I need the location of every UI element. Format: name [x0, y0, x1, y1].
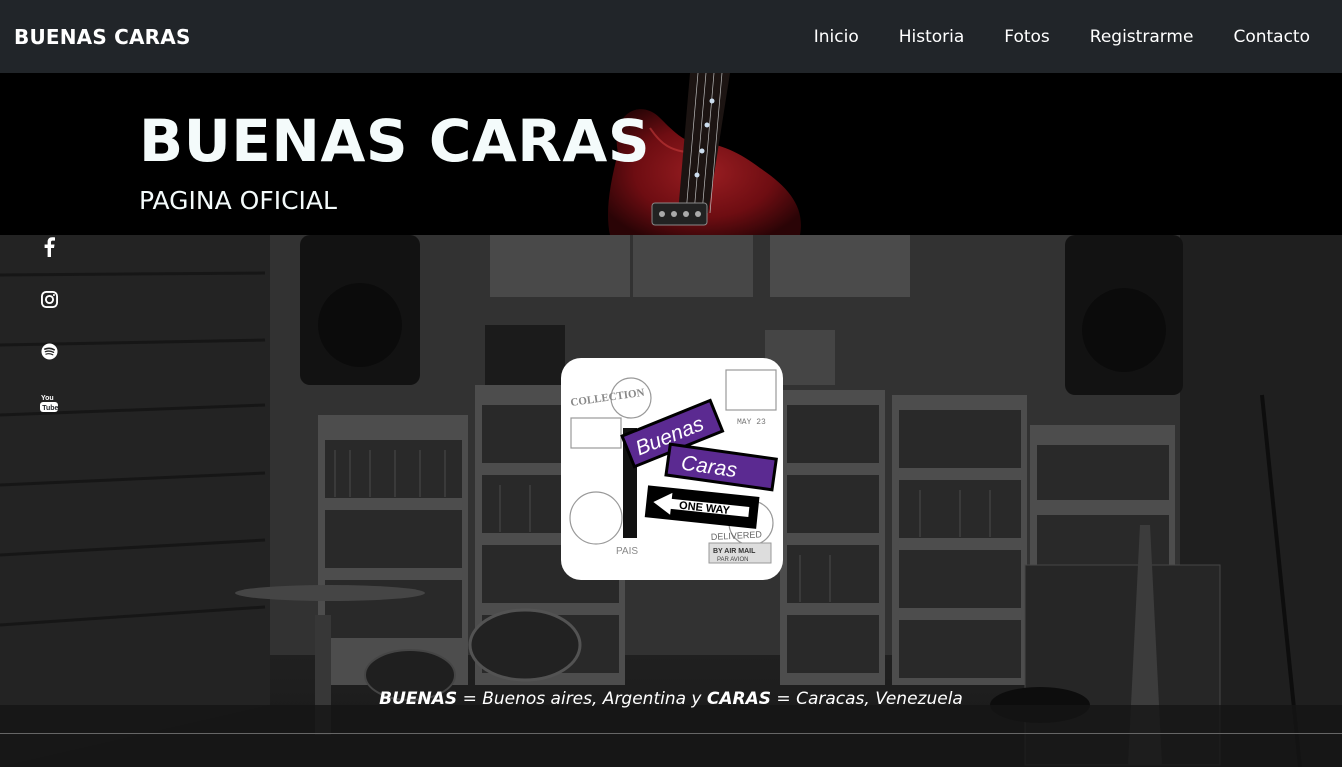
- logo-stamp-airmail: BY AIR MAIL: [713, 548, 756, 555]
- logo-stamp-may: MAY 23: [737, 418, 766, 427]
- logo-stamp-delivered: DELIVERED: [711, 529, 763, 542]
- tagline-word-buenas: BUENAS: [379, 689, 458, 709]
- logo-stamp-collection: COLLECTION: [570, 387, 646, 409]
- tagline-text-buenos-aires: = Buenos aires, Argentina y: [457, 689, 707, 709]
- tagline-text-caracas: = Caracas, Venezuela: [771, 689, 963, 709]
- band-logo: COLLECTION MAY 23 PAIS DELIVERED BY AIR …: [561, 358, 783, 580]
- tagline-word-caras: CARAS: [706, 689, 772, 709]
- svg-text:Tube: Tube: [42, 405, 58, 412]
- nav-link-fotos[interactable]: Fotos: [984, 27, 1070, 47]
- nav-link-historia[interactable]: Historia: [879, 27, 985, 47]
- spotify-icon[interactable]: [38, 340, 60, 362]
- navbar-brand[interactable]: BUENAS CARAS: [14, 25, 191, 49]
- logo-stamp-pais: PAIS: [616, 546, 638, 557]
- page-subtitle: PAGINA OFICIAL: [139, 186, 337, 215]
- tagline: BUENAS = Buenos aires, Argentina y CARAS…: [0, 689, 1342, 709]
- nav-link-inicio[interactable]: Inicio: [794, 27, 879, 47]
- nav-link-registrarme[interactable]: Registrarme: [1070, 27, 1214, 47]
- instagram-icon[interactable]: [38, 288, 60, 310]
- social-links: You Tube: [38, 236, 60, 444]
- divider: [0, 733, 1342, 734]
- youtube-icon[interactable]: You Tube: [38, 392, 60, 414]
- hero-banner: BUENAS CARAS PAGINA OFICIAL: [0, 73, 1342, 235]
- nav-link-contacto[interactable]: Contacto: [1213, 27, 1310, 47]
- logo-stamp-paravion: PAR AVION: [717, 557, 748, 563]
- svg-text:You: You: [41, 395, 54, 402]
- facebook-icon[interactable]: [38, 236, 60, 258]
- navbar: BUENAS CARAS Inicio Historia Fotos Regis…: [0, 0, 1342, 73]
- page-title: BUENAS CARAS: [139, 107, 651, 175]
- nav-links: Inicio Historia Fotos Registrarme Contac…: [794, 27, 1310, 47]
